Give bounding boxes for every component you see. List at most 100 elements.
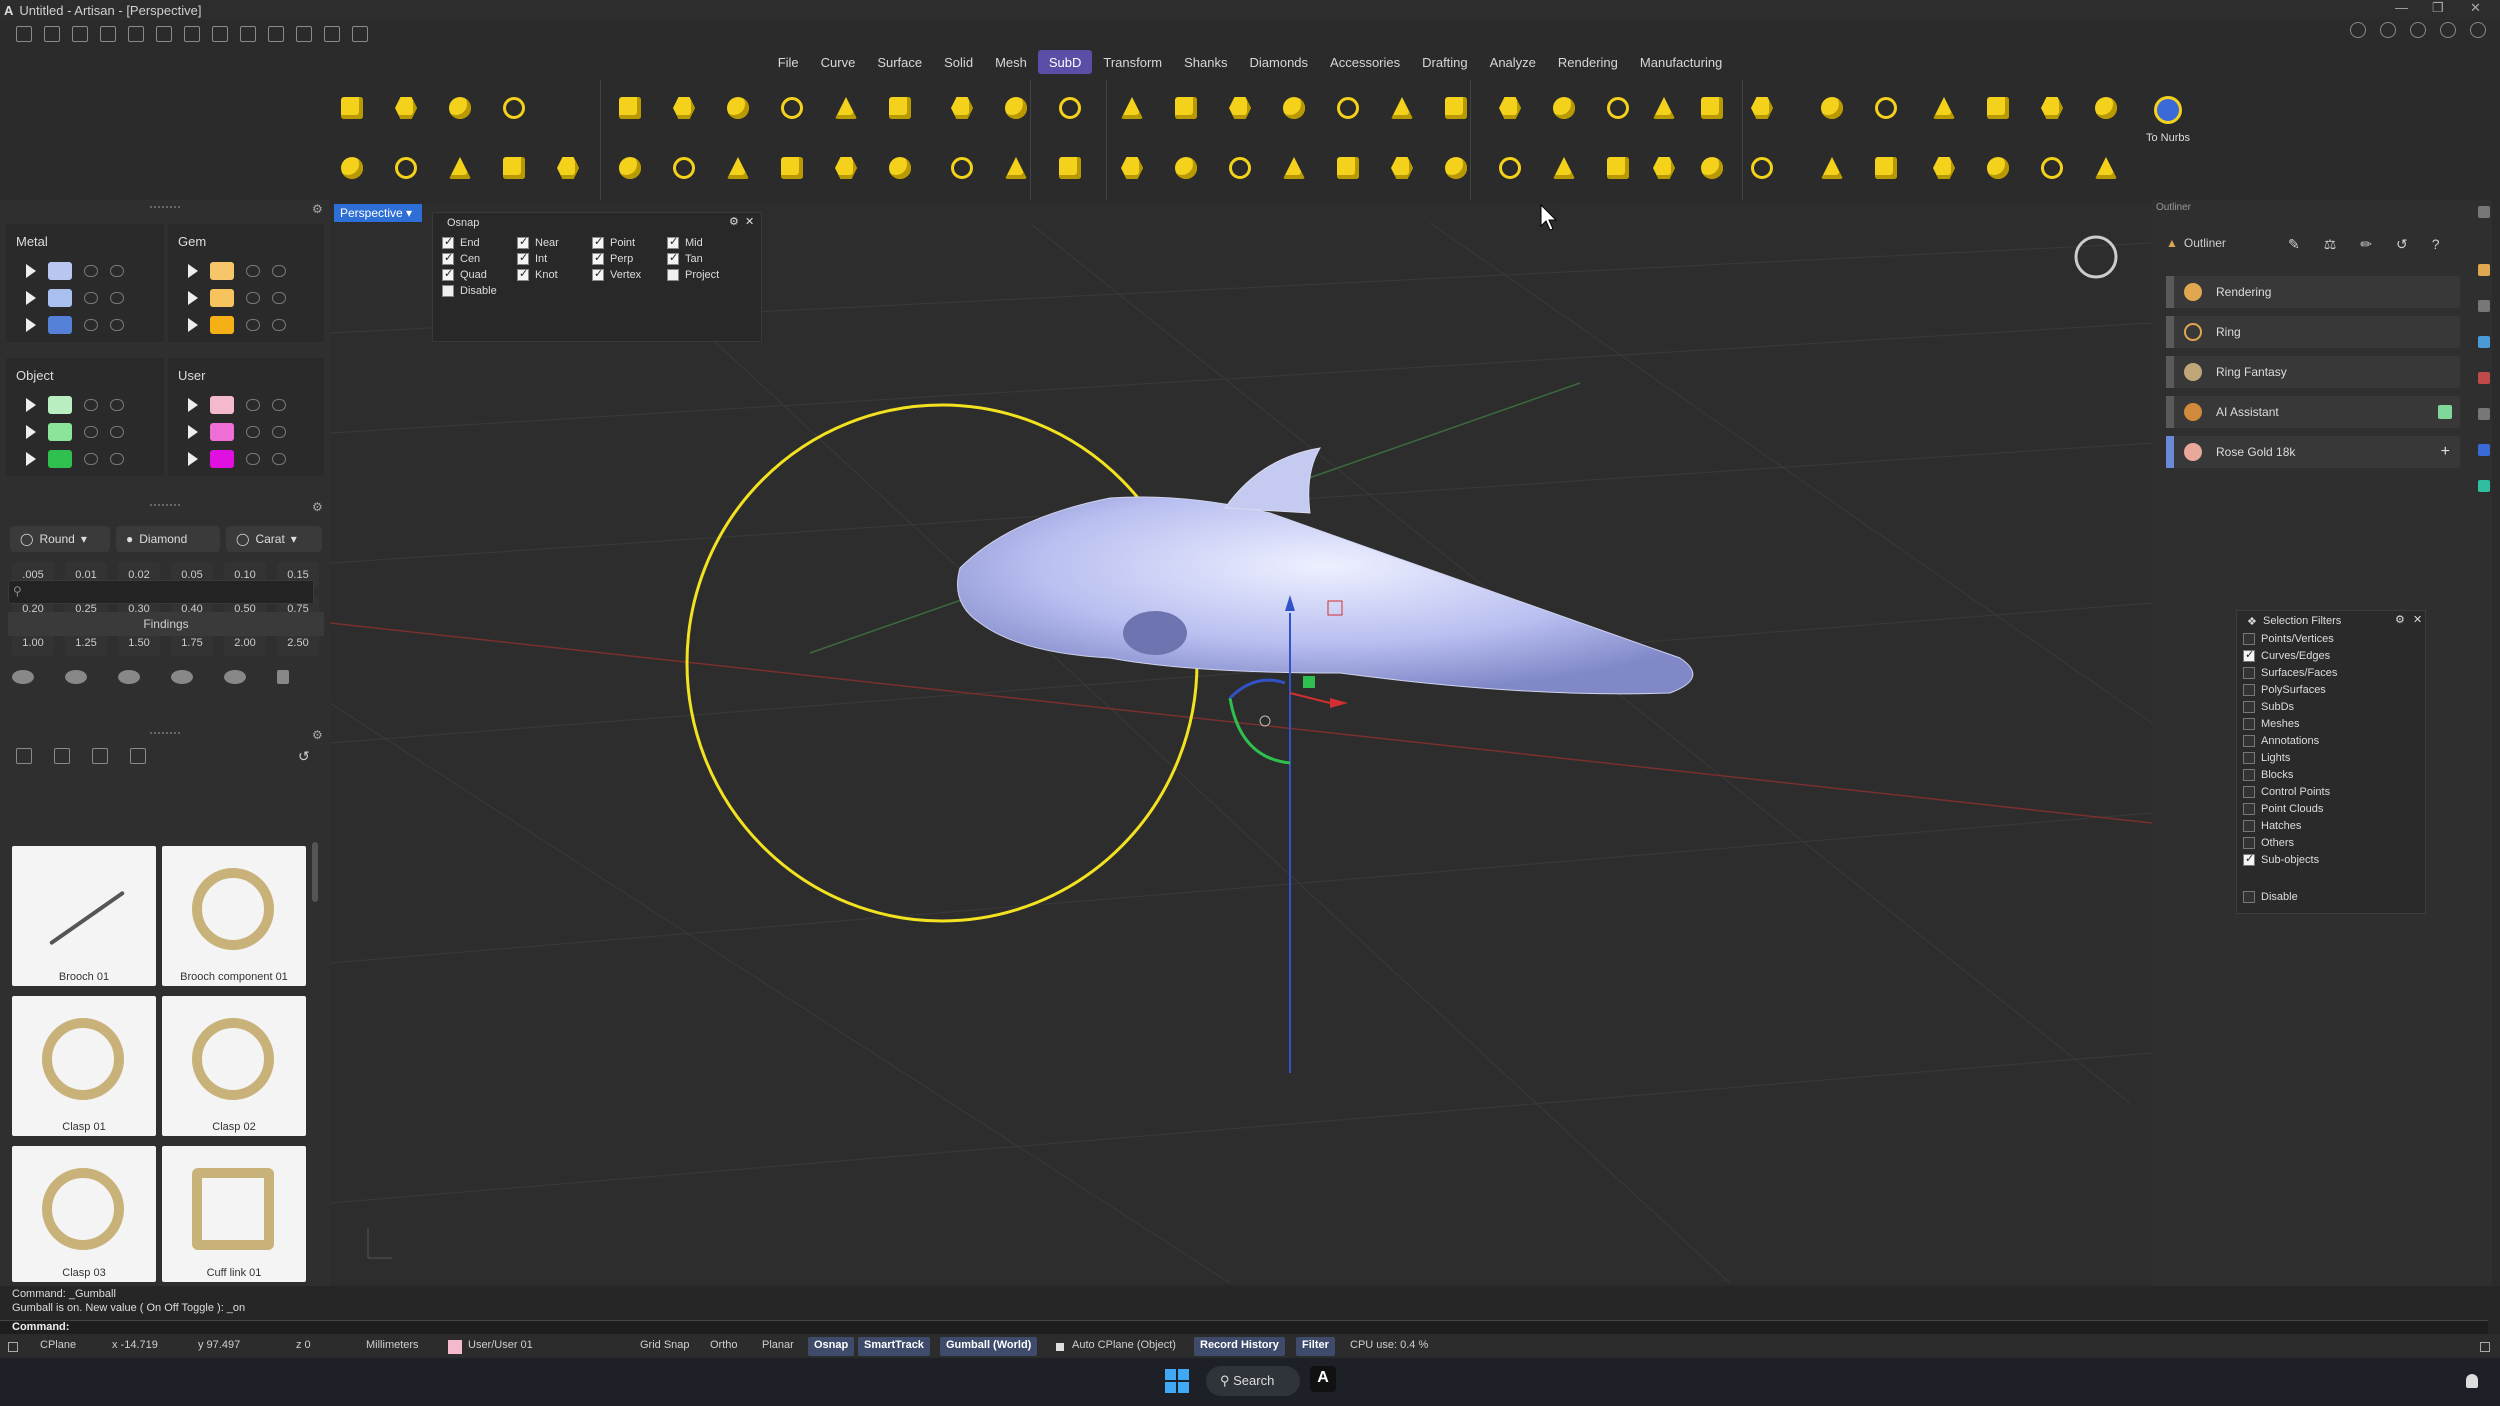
filter-settings-icon[interactable]: ⚙ (2395, 613, 2405, 626)
library-category-header[interactable]: Findings (8, 612, 324, 636)
close-icon[interactable]: ✕ (2413, 613, 2422, 626)
subd-cone-button[interactable] (1744, 150, 1780, 186)
smarttrack-toggle[interactable]: SmartTrack (858, 1337, 930, 1356)
checkbox[interactable] (442, 251, 454, 266)
panel-grip[interactable] (150, 732, 180, 734)
selection-filter-option[interactable]: Point Clouds (2243, 803, 2323, 816)
windows-start-icon[interactable] (1164, 1368, 1190, 1394)
save-icon[interactable] (184, 26, 200, 42)
eye-icon[interactable] (272, 399, 286, 411)
cplane-label[interactable]: CPlane (40, 1339, 76, 1351)
library-item[interactable]: Brooch component 01 (162, 846, 306, 986)
checkbox[interactable] (2243, 837, 2255, 850)
eye-icon[interactable] (110, 426, 124, 438)
panel-grip[interactable] (150, 206, 180, 210)
user-layer-row[interactable] (188, 396, 286, 414)
panel-toggle-icon[interactable] (2480, 1342, 2490, 1352)
eye-icon[interactable] (110, 265, 124, 277)
checkbox[interactable] (517, 235, 529, 250)
menu-transform[interactable]: Transform (1092, 50, 1173, 74)
selection-filter-option[interactable]: Others (2243, 837, 2294, 850)
osnap-option[interactable]: Int (517, 251, 547, 266)
subd-cone-button[interactable] (1492, 150, 1528, 186)
checkbox[interactable] (592, 251, 604, 266)
subd-ring-button[interactable] (1330, 150, 1366, 186)
subd-primitive-button[interactable] (1980, 90, 2016, 126)
command-line[interactable]: Command: (0, 1320, 2488, 1334)
subd-sphere-button[interactable] (1492, 90, 1528, 126)
subd-ring-button[interactable] (1600, 150, 1636, 186)
outliner-tab[interactable]: ▲ Outliner (2166, 236, 2226, 250)
library-item[interactable]: Clasp 03 (12, 1146, 156, 1282)
side-materials-icon[interactable] (2478, 480, 2490, 492)
checkbox[interactable] (2243, 852, 2255, 867)
layer-color-swatch[interactable] (210, 316, 234, 334)
osnap-option[interactable]: Cen (442, 251, 480, 266)
oval-gem-icon[interactable] (65, 670, 87, 684)
subd-sphere-button[interactable] (612, 150, 648, 186)
subd-cone-button[interactable] (2088, 90, 2124, 126)
subd-ring-button[interactable] (1868, 150, 1904, 186)
close-button[interactable]: ✕ (2470, 0, 2481, 16)
menu-drafting[interactable]: Drafting (1411, 50, 1479, 74)
metal-layer-row[interactable] (26, 262, 124, 280)
layer-color-swatch[interactable] (48, 289, 72, 307)
checkbox[interactable] (2243, 891, 2255, 904)
gem-unit-dropdown[interactable]: ◯ Carat ▾ (226, 526, 322, 552)
user-layer-row[interactable] (188, 423, 286, 441)
play-icon[interactable] (188, 425, 198, 439)
taskbar-search[interactable]: ⚲ Search (1206, 1366, 1300, 1396)
outliner-item[interactable]: Ring (2166, 316, 2460, 348)
osnap-settings-icon[interactable]: ⚙ (729, 215, 739, 228)
object-layer-row[interactable] (26, 423, 124, 441)
account-icon[interactable] (2440, 22, 2456, 38)
subd-polygon-button[interactable] (442, 150, 478, 186)
eye-icon[interactable] (110, 319, 124, 331)
add-gem-icon[interactable] (277, 670, 289, 684)
subd-cone-button[interactable] (666, 150, 702, 186)
subd-sphere-button[interactable] (1694, 150, 1730, 186)
side-settings-icon[interactable] (2478, 206, 2490, 218)
subd-primitive-button[interactable] (828, 150, 864, 186)
subd-cone-button[interactable] (1222, 150, 1258, 186)
selection-filter-option[interactable]: Meshes (2243, 718, 2300, 731)
checkbox[interactable] (2243, 820, 2255, 833)
layer-color-swatch[interactable] (48, 450, 72, 468)
gem-layer-row[interactable] (188, 262, 286, 280)
subd-polygon-button[interactable] (1868, 90, 1904, 126)
subd-polygon-button[interactable] (1600, 90, 1636, 126)
play-icon[interactable] (26, 452, 36, 466)
checkbox[interactable] (2243, 803, 2255, 816)
osnap-option[interactable]: Vertex (592, 267, 641, 282)
selection-filter-option[interactable]: Lights (2243, 752, 2290, 765)
menu-file[interactable]: File (767, 50, 810, 74)
selection-filter-option[interactable]: SubDs (2243, 701, 2294, 714)
subd-cone-button[interactable] (944, 150, 980, 186)
display-icon[interactable] (2350, 22, 2366, 38)
checkbox[interactable] (2243, 684, 2255, 697)
outliner-item[interactable]: AI Assistant (2166, 396, 2460, 428)
play-icon[interactable] (188, 291, 198, 305)
checkbox[interactable] (2243, 701, 2255, 714)
layer-color-swatch[interactable] (448, 1340, 462, 1354)
side-layers-icon[interactable] (2478, 300, 2490, 312)
subd-primitive-button[interactable] (334, 90, 370, 126)
menu-diamonds[interactable]: Diamonds (1239, 50, 1320, 74)
layer-color-swatch[interactable] (48, 262, 72, 280)
play-icon[interactable] (26, 264, 36, 278)
auto-cplane-toggle[interactable]: Auto CPlane (Object) (1072, 1339, 1176, 1351)
perspective-viewport[interactable] (330, 203, 2152, 1283)
viewport-title-tab[interactable]: Perspective ▾ (334, 204, 422, 222)
filter-toggle[interactable]: Filter (1296, 1337, 1335, 1356)
layer-color-swatch[interactable] (210, 450, 234, 468)
play-icon[interactable] (26, 291, 36, 305)
subd-polygon-button[interactable] (720, 150, 756, 186)
view-cube-icon[interactable] (2074, 235, 2118, 279)
gem-panel-settings-icon[interactable]: ⚙ (312, 500, 323, 514)
subd-primitive-button[interactable] (1694, 90, 1730, 126)
menu-shanks[interactable]: Shanks (1173, 50, 1238, 74)
selection-filter-option[interactable]: Sub-objects (2243, 852, 2319, 867)
user-layer-row[interactable] (188, 450, 286, 468)
menu-curve[interactable]: Curve (810, 50, 867, 74)
current-layer[interactable]: User/User 01 (468, 1339, 533, 1351)
